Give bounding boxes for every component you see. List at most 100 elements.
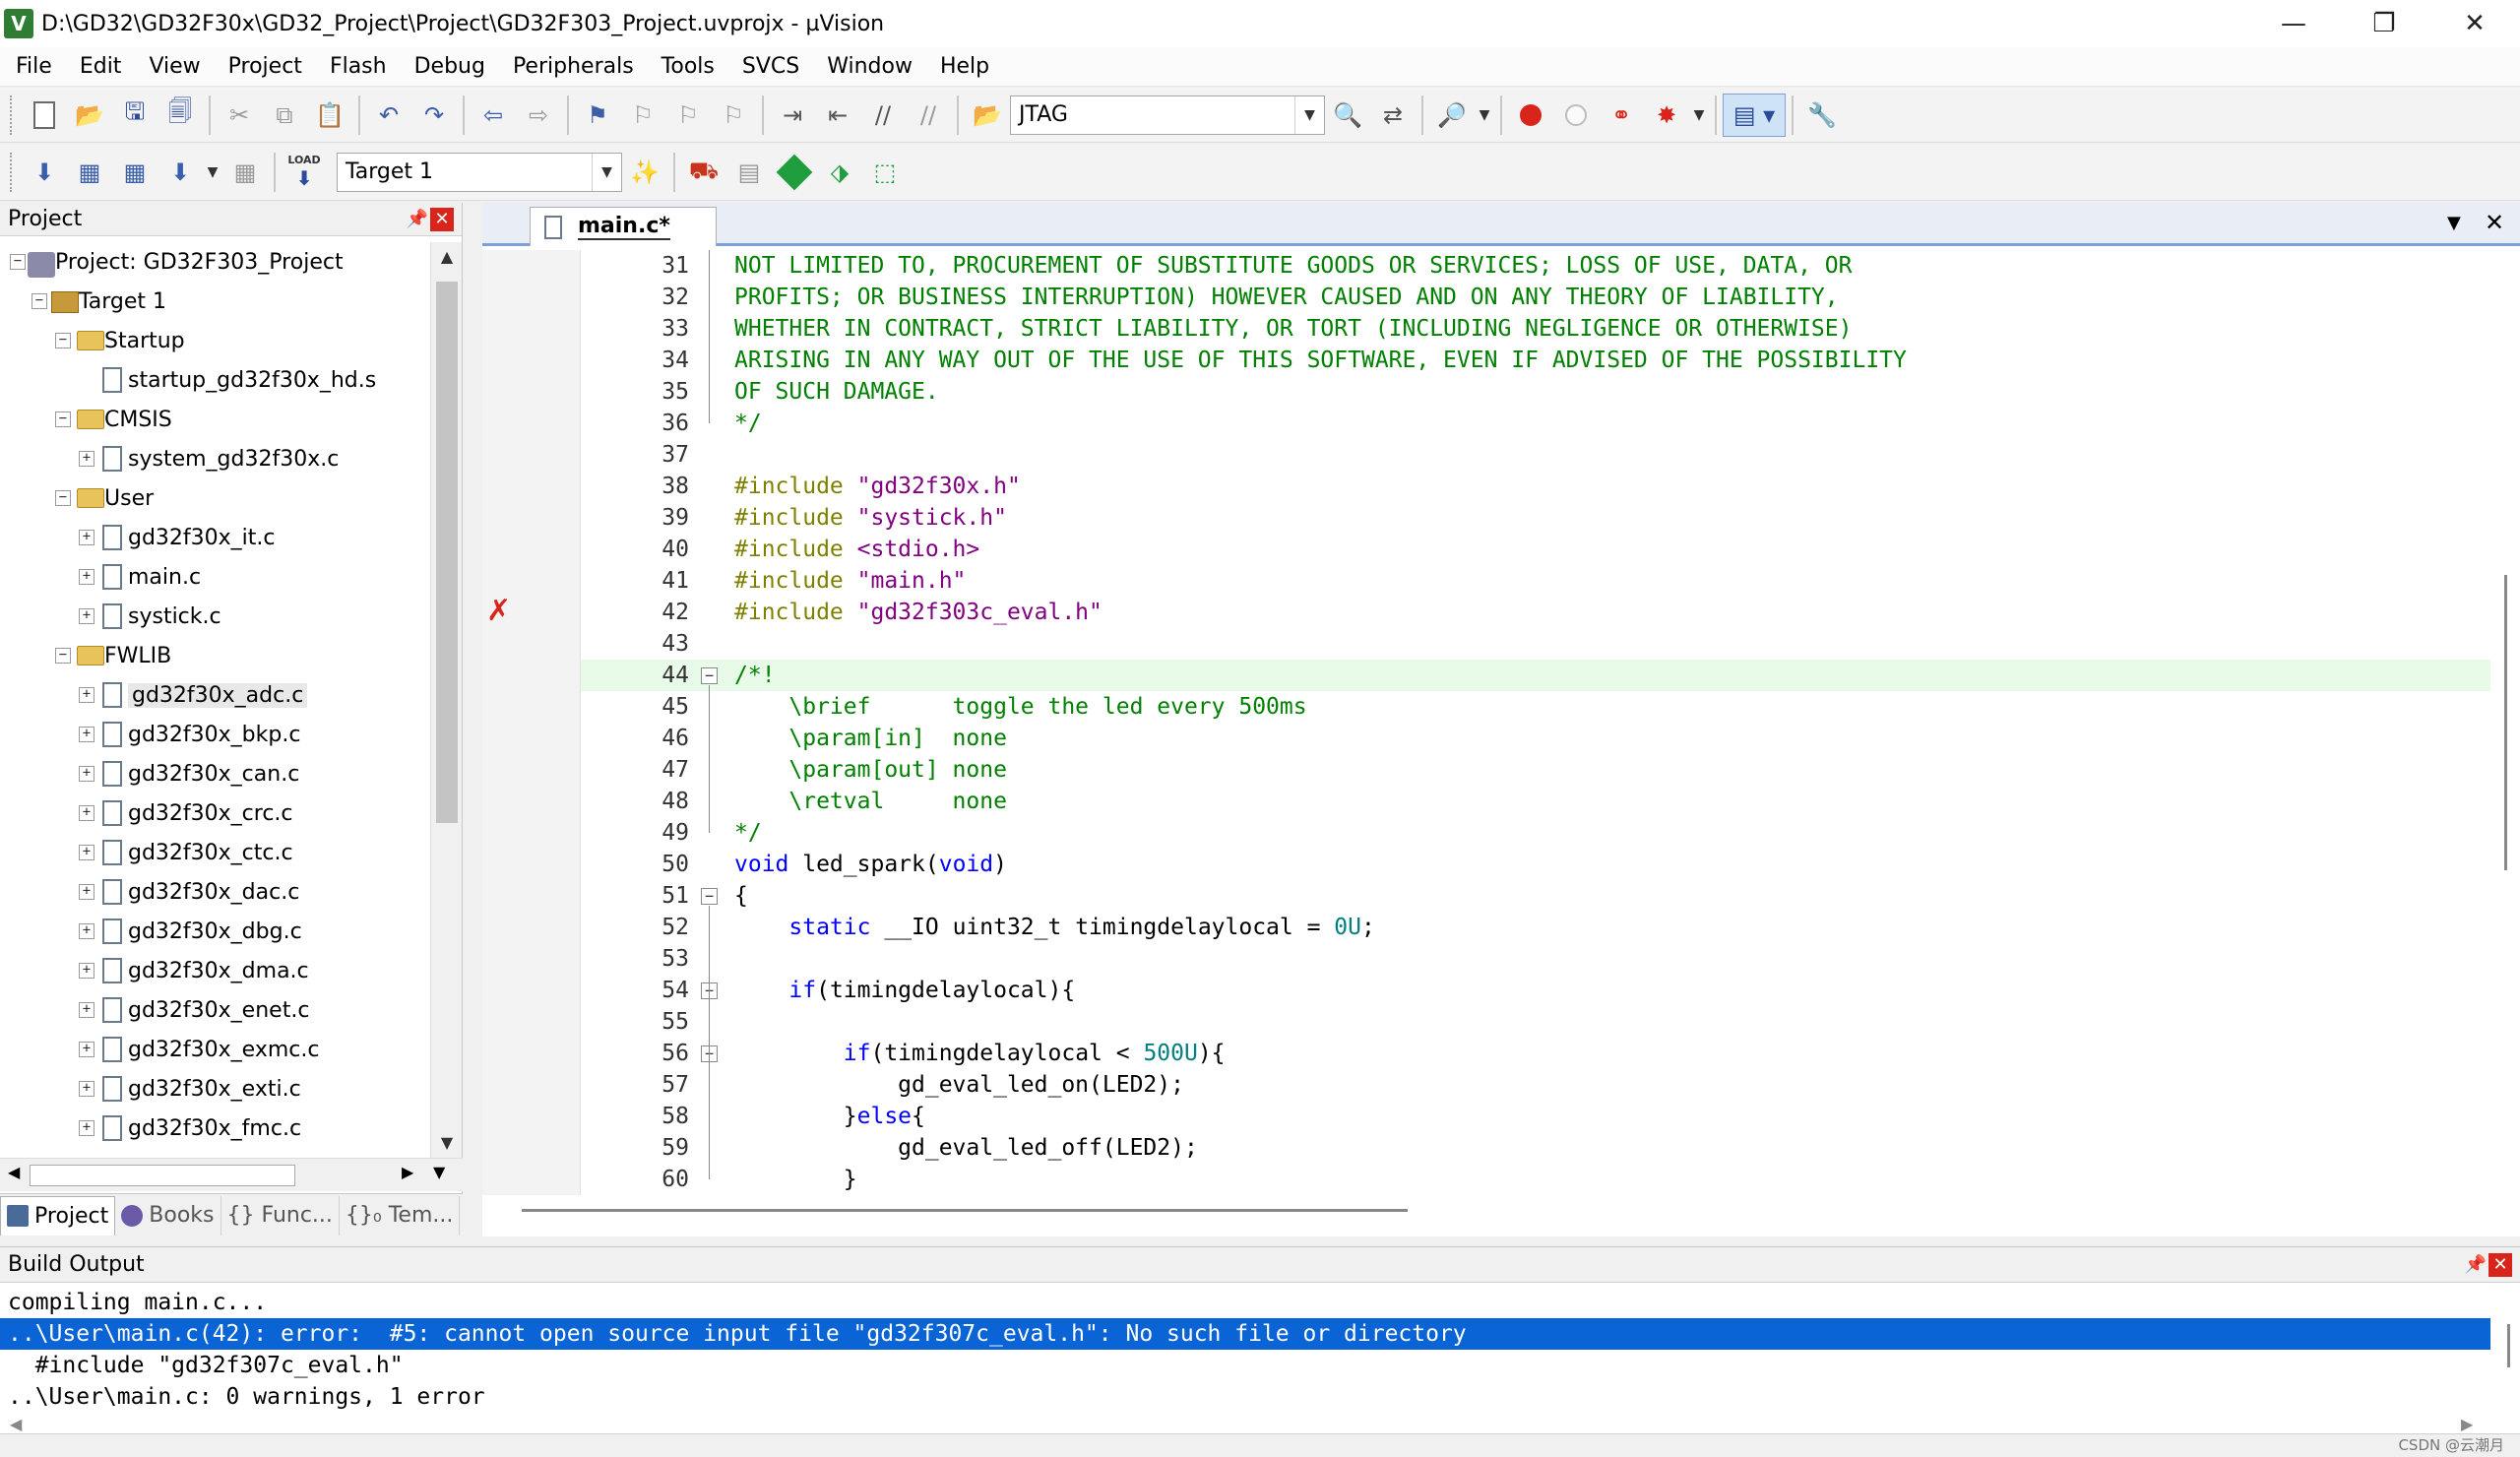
unindent-icon[interactable]: ⇤ xyxy=(815,94,860,137)
tab-templates[interactable]: {}₀ Tem... xyxy=(340,1195,461,1235)
scroll-thumb[interactable] xyxy=(436,282,458,823)
expand-icon[interactable]: + xyxy=(79,963,94,979)
new-file-icon[interactable] xyxy=(22,94,67,137)
tree-item[interactable]: + gd32f30x_bkp.c xyxy=(0,715,429,754)
collapse-icon[interactable]: − xyxy=(32,293,47,309)
code-line[interactable]: 55 xyxy=(581,1006,2490,1038)
fold-collapse-icon[interactable]: − xyxy=(701,667,718,684)
uncomment-icon[interactable]: // xyxy=(906,94,951,137)
redo-icon[interactable]: ↷ xyxy=(411,94,457,137)
scroll-right-icon[interactable]: ▶ xyxy=(2461,1415,2473,1433)
close-icon[interactable]: ✕ xyxy=(2488,1252,2512,1277)
menu-debug[interactable]: Debug xyxy=(399,54,497,79)
code-line[interactable]: 39 #include "systick.h" xyxy=(581,502,2490,534)
build-output-line[interactable]: compiling main.c... xyxy=(0,1287,2490,1318)
code-line[interactable]: 34 ARISING IN ANY WAY OUT OF THE USE OF T… xyxy=(581,345,2490,376)
collapse-icon[interactable]: − xyxy=(55,648,71,664)
tab-books[interactable]: Books xyxy=(115,1195,221,1235)
scroll-down-icon[interactable]: ▼ xyxy=(433,1163,445,1181)
expand-icon[interactable]: + xyxy=(79,1042,94,1057)
collapse-icon[interactable]: − xyxy=(55,412,71,427)
expand-icon[interactable]: + xyxy=(79,884,94,900)
chevron-down-icon[interactable]: ▼ xyxy=(1294,95,1324,134)
menu-peripherals[interactable]: Peripherals xyxy=(497,54,646,79)
build-output-line[interactable]: ..\User\main.c(42): error: #5: cannot op… xyxy=(0,1318,2490,1350)
editor-horizontal-scrollbar[interactable] xyxy=(522,1201,2490,1221)
paste-icon[interactable]: 📋 xyxy=(307,94,352,137)
rebuild-icon[interactable]: ▦ xyxy=(112,151,158,194)
tree-item[interactable]: + gd32f30x_exti.c xyxy=(0,1069,429,1109)
code-line[interactable]: 31 NOT LIMITED TO, PROCUREMENT OF SUBSTIT… xyxy=(581,250,2490,282)
code-line[interactable]: 60 } xyxy=(581,1164,2490,1195)
code-line[interactable]: 50 void led_spark(void) xyxy=(581,849,2490,880)
tab-list-icon[interactable]: ▼ xyxy=(2447,213,2461,233)
code-line[interactable]: 53 xyxy=(581,943,2490,975)
expand-icon[interactable]: + xyxy=(79,1120,94,1136)
menu-svcs[interactable]: SVCS xyxy=(726,54,811,79)
build-output-text[interactable]: compiling main.c... ..\User\main.c(42): e… xyxy=(0,1287,2490,1409)
tree-item[interactable]: − Target 1 xyxy=(0,282,429,321)
scroll-thumb[interactable] xyxy=(2504,575,2507,870)
expand-icon[interactable]: + xyxy=(79,727,94,742)
tree-item[interactable]: + gd32f30x_dac.c xyxy=(0,872,429,912)
code-line[interactable]: 38 #include "gd32f30x.h" xyxy=(581,471,2490,502)
code-line[interactable]: 36 */ xyxy=(581,408,2490,439)
tree-item[interactable]: + gd32f30x_crc.c xyxy=(0,793,429,833)
batch-dropdown-icon[interactable]: ▼ xyxy=(203,151,222,194)
save-icon[interactable]: 🖫 xyxy=(112,94,158,137)
code-line[interactable]: 49 */ xyxy=(581,817,2490,849)
file-extensions-icon[interactable]: ⛟ xyxy=(681,151,726,194)
code-line[interactable]: 48 \retval none xyxy=(581,786,2490,817)
editor-gutter[interactable]: ✗ xyxy=(482,250,581,1195)
code-line[interactable]: 57 gd_eval_led_on(LED2); xyxy=(581,1069,2490,1101)
insert-breakpoint-icon[interactable] xyxy=(1508,94,1553,137)
build-output-line[interactable]: ..\User\main.c: 0 warnings, 1 error xyxy=(0,1381,2490,1409)
copy-icon[interactable]: ⧉ xyxy=(262,94,307,137)
code-line[interactable]: 44−/*! xyxy=(581,660,2490,691)
project-vertical-scrollbar[interactable]: ▲ ▼ xyxy=(430,242,462,1158)
tree-item[interactable]: − User xyxy=(0,478,429,518)
code-line[interactable]: 56− if(timingdelaylocal < 500U){ xyxy=(581,1038,2490,1069)
scroll-down-icon[interactable]: ▼ xyxy=(431,1128,463,1158)
next-bookmark-icon[interactable]: ⚐ xyxy=(665,94,711,137)
target-select[interactable]: Target 1 ▼ xyxy=(337,152,622,192)
expand-icon[interactable]: + xyxy=(79,451,94,467)
tree-item[interactable]: + gd32f30x_fmc.c xyxy=(0,1109,429,1148)
tab-main-c[interactable]: main.c* xyxy=(530,207,717,246)
debug-dropdown-icon[interactable]: ▼ xyxy=(1475,94,1494,137)
editor-vertical-scrollbar[interactable] xyxy=(2490,250,2520,1195)
collapse-icon[interactable]: − xyxy=(10,254,26,270)
manage-run-time-icon[interactable] xyxy=(772,151,817,194)
code-line[interactable]: 43 xyxy=(581,628,2490,660)
open-file-icon[interactable]: 📂 xyxy=(67,94,112,137)
code-line[interactable]: 41 #include "main.h" xyxy=(581,565,2490,597)
close-tab-icon[interactable]: ✕ xyxy=(2485,209,2504,236)
tab-project[interactable]: Project xyxy=(0,1195,116,1235)
menu-tools[interactable]: Tools xyxy=(646,54,726,79)
tree-item[interactable]: − Startup xyxy=(0,321,429,360)
debug-session-icon[interactable]: 🔎 xyxy=(1429,94,1475,137)
tree-item[interactable]: + system_gd32f30x.c xyxy=(0,439,429,478)
toolbar-grip[interactable] xyxy=(10,95,18,135)
tab-functions[interactable]: {} Func... xyxy=(221,1195,340,1235)
navigate-back-icon[interactable]: ⇦ xyxy=(471,94,516,137)
scroll-thumb[interactable] xyxy=(522,1209,1408,1212)
tree-item[interactable]: + gd32f30x_exmc.c xyxy=(0,1030,429,1069)
project-horizontal-scrollbar[interactable]: ◀ ▶ ▼ xyxy=(0,1158,463,1191)
window-layout-icon[interactable]: ▤ ▾ xyxy=(1723,93,1786,137)
cut-icon[interactable]: ✂ xyxy=(217,94,262,137)
build-icon[interactable]: ▦ xyxy=(67,151,112,194)
code-line[interactable]: 58 }else{ xyxy=(581,1101,2490,1132)
tree-item[interactable]: + gd32f30x_ctc.c xyxy=(0,833,429,872)
code-line[interactable]: 32 PROFITS; OR BUSINESS INTERRUPTION) HOW… xyxy=(581,282,2490,313)
tree-item[interactable]: + systick.c xyxy=(0,597,429,636)
expand-icon[interactable]: + xyxy=(79,845,94,860)
code-line[interactable]: 42#include "gd32f303c_eval.h"✗ xyxy=(581,597,2490,628)
menu-window[interactable]: Window xyxy=(811,54,924,79)
close-icon[interactable]: ✕ xyxy=(430,207,454,231)
configure-icon[interactable]: 🔧 xyxy=(1799,94,1845,137)
menu-project[interactable]: Project xyxy=(213,54,314,79)
menu-flash[interactable]: Flash xyxy=(314,54,399,79)
undo-icon[interactable]: ↶ xyxy=(366,94,411,137)
code-area[interactable]: 31 NOT LIMITED TO, PROCUREMENT OF SUBSTIT… xyxy=(581,250,2490,1195)
